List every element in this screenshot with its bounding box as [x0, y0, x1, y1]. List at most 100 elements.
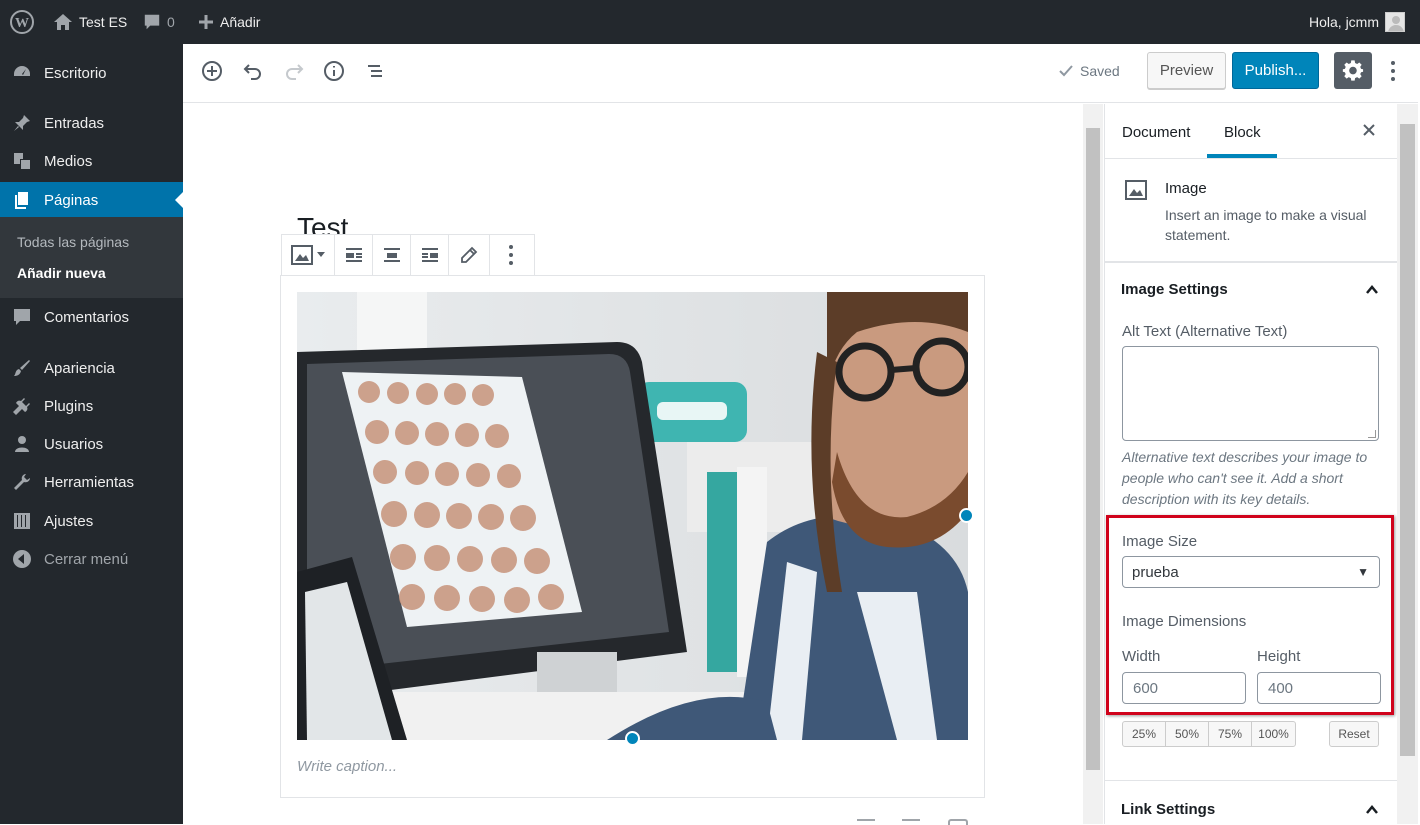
avatar	[1385, 12, 1406, 32]
gear-icon	[1342, 59, 1364, 81]
sidebar-item-usuarios[interactable]: Usuarios	[0, 426, 183, 462]
link-settings-title[interactable]: Link Settings	[1121, 801, 1215, 818]
saved-indicator: Saved	[1058, 63, 1120, 79]
resize-handle-right[interactable]	[959, 508, 974, 523]
resize-grip-icon[interactable]	[1368, 430, 1376, 438]
plus-icon	[199, 15, 213, 29]
svg-text:W: W	[15, 16, 29, 31]
greeting: Hola, jcmm	[1309, 14, 1380, 30]
percent-25-button[interactable]: 25%	[1123, 722, 1166, 746]
sidebar-collapse-menu[interactable]: Cerrar menú	[0, 541, 183, 577]
align-left-button[interactable]	[335, 235, 373, 275]
sidebar-item-entradas[interactable]: Entradas	[0, 105, 183, 141]
wrench-icon	[0, 472, 44, 492]
chevron-up-icon[interactable]	[1366, 803, 1378, 815]
add-block-button[interactable]	[197, 56, 227, 86]
sidebar-item-apariencia[interactable]: Apariencia	[0, 350, 183, 386]
add-new-link[interactable]: Añadir	[198, 0, 260, 44]
sidebar-item-herramientas[interactable]: Herramientas	[0, 464, 183, 500]
alt-text-field[interactable]	[1122, 346, 1379, 441]
alt-text-help: Alternative text describes your image to…	[1122, 449, 1368, 507]
align-center-button[interactable]	[373, 235, 411, 275]
align-left-icon	[345, 248, 362, 262]
submenu-all-pages[interactable]: Todas las páginas	[17, 234, 129, 250]
block-description: Insert an image to make a visual stateme…	[1165, 207, 1367, 243]
chevron-up-icon[interactable]	[1366, 283, 1378, 295]
sidebar-item-plugins[interactable]: Plugins	[0, 388, 183, 424]
tab-block[interactable]: Block	[1224, 124, 1261, 141]
sidebar-item-comentarios[interactable]: Comentarios	[0, 299, 183, 335]
block-type-switcher[interactable]	[282, 235, 335, 275]
block-image[interactable]	[297, 292, 968, 740]
align-right-button[interactable]	[411, 235, 449, 275]
active-tab-indicator	[1207, 154, 1277, 158]
close-icon	[1363, 124, 1375, 136]
preview-button[interactable]: Preview	[1147, 52, 1226, 89]
percent-button-group: 25% 50% 75% 100%	[1122, 721, 1296, 747]
divider	[1104, 262, 1397, 263]
edit-image-button[interactable]	[449, 235, 490, 275]
image-icon	[291, 245, 313, 265]
sidebar-item-label: Medios	[44, 152, 93, 170]
outline-button[interactable]	[360, 56, 390, 86]
block-more-options-button[interactable]	[490, 235, 532, 275]
block-toolbar	[281, 234, 535, 276]
reset-button[interactable]: Reset	[1329, 721, 1379, 747]
site-name-link[interactable]: Test ES	[53, 0, 127, 44]
undo-button[interactable]	[238, 56, 268, 86]
sidebar-scrollbar-thumb[interactable]	[1400, 124, 1415, 756]
info-icon	[324, 61, 344, 81]
sidebar-item-paginas[interactable]: Páginas	[0, 182, 183, 218]
block-inserter-hint	[948, 819, 968, 825]
undo-icon	[243, 64, 261, 80]
sidebar-item-medios[interactable]: Medios	[0, 143, 183, 179]
pages-submenu	[0, 217, 183, 298]
redo-button[interactable]	[279, 56, 309, 86]
sliders-icon	[0, 511, 44, 531]
media-icon	[0, 151, 44, 171]
add-new-label: Añadir	[220, 14, 261, 30]
editor-scrollbar-thumb[interactable]	[1086, 128, 1100, 770]
pages-icon	[0, 190, 44, 210]
sidebar-item-escritorio[interactable]: Escritorio	[0, 55, 183, 91]
saved-label: Saved	[1080, 63, 1120, 79]
submenu-add-new[interactable]: Añadir nueva	[17, 265, 106, 281]
align-right-icon	[421, 248, 438, 262]
caret-down-icon	[317, 252, 325, 257]
site-name: Test ES	[79, 14, 128, 30]
sidebar-item-label: Herramientas	[44, 473, 135, 491]
caption-input[interactable]: Write caption...	[297, 758, 397, 775]
more-menu-button[interactable]	[1382, 55, 1404, 87]
sidebar-item-label: Comentarios	[44, 308, 130, 326]
comments-link[interactable]: 0	[143, 0, 175, 44]
wordpress-logo-icon[interactable]: W	[10, 0, 34, 44]
publish-button[interactable]: Publish...	[1232, 52, 1319, 89]
tab-document[interactable]: Document	[1122, 124, 1190, 141]
plug-icon	[0, 396, 44, 416]
account-menu[interactable]: Hola, jcmm	[1309, 0, 1406, 44]
list-view-icon	[368, 65, 382, 77]
sidebar-item-label: Apariencia	[44, 359, 115, 377]
sidebar-item-label: Escritorio	[44, 64, 107, 82]
close-settings-button[interactable]	[1362, 120, 1376, 143]
sidebar-item-label: Páginas	[44, 191, 99, 209]
sidebar-item-label: Plugins	[44, 397, 94, 415]
percent-50-button[interactable]: 50%	[1166, 722, 1209, 746]
comment-icon	[144, 14, 160, 30]
sidebar-item-ajustes[interactable]: Ajustes	[0, 503, 183, 539]
block-inserter-hint	[902, 819, 920, 825]
alt-text-label: Alt Text (Alternative Text)	[1122, 323, 1288, 340]
settings-toggle-button[interactable]	[1334, 52, 1372, 89]
percent-100-button[interactable]: 100%	[1252, 722, 1295, 746]
redo-icon	[286, 64, 304, 80]
resize-handle-bottom[interactable]	[625, 731, 640, 746]
info-button[interactable]	[319, 56, 349, 86]
sidebar-item-label: Cerrar menú	[44, 550, 129, 568]
block-name: Image	[1165, 180, 1207, 197]
pin-icon	[0, 113, 44, 133]
collapse-icon	[0, 549, 44, 569]
percent-75-button[interactable]: 75%	[1209, 722, 1252, 746]
align-center-icon	[383, 248, 400, 262]
image-settings-title[interactable]: Image Settings	[1121, 281, 1228, 298]
add-circle-icon	[202, 61, 222, 81]
